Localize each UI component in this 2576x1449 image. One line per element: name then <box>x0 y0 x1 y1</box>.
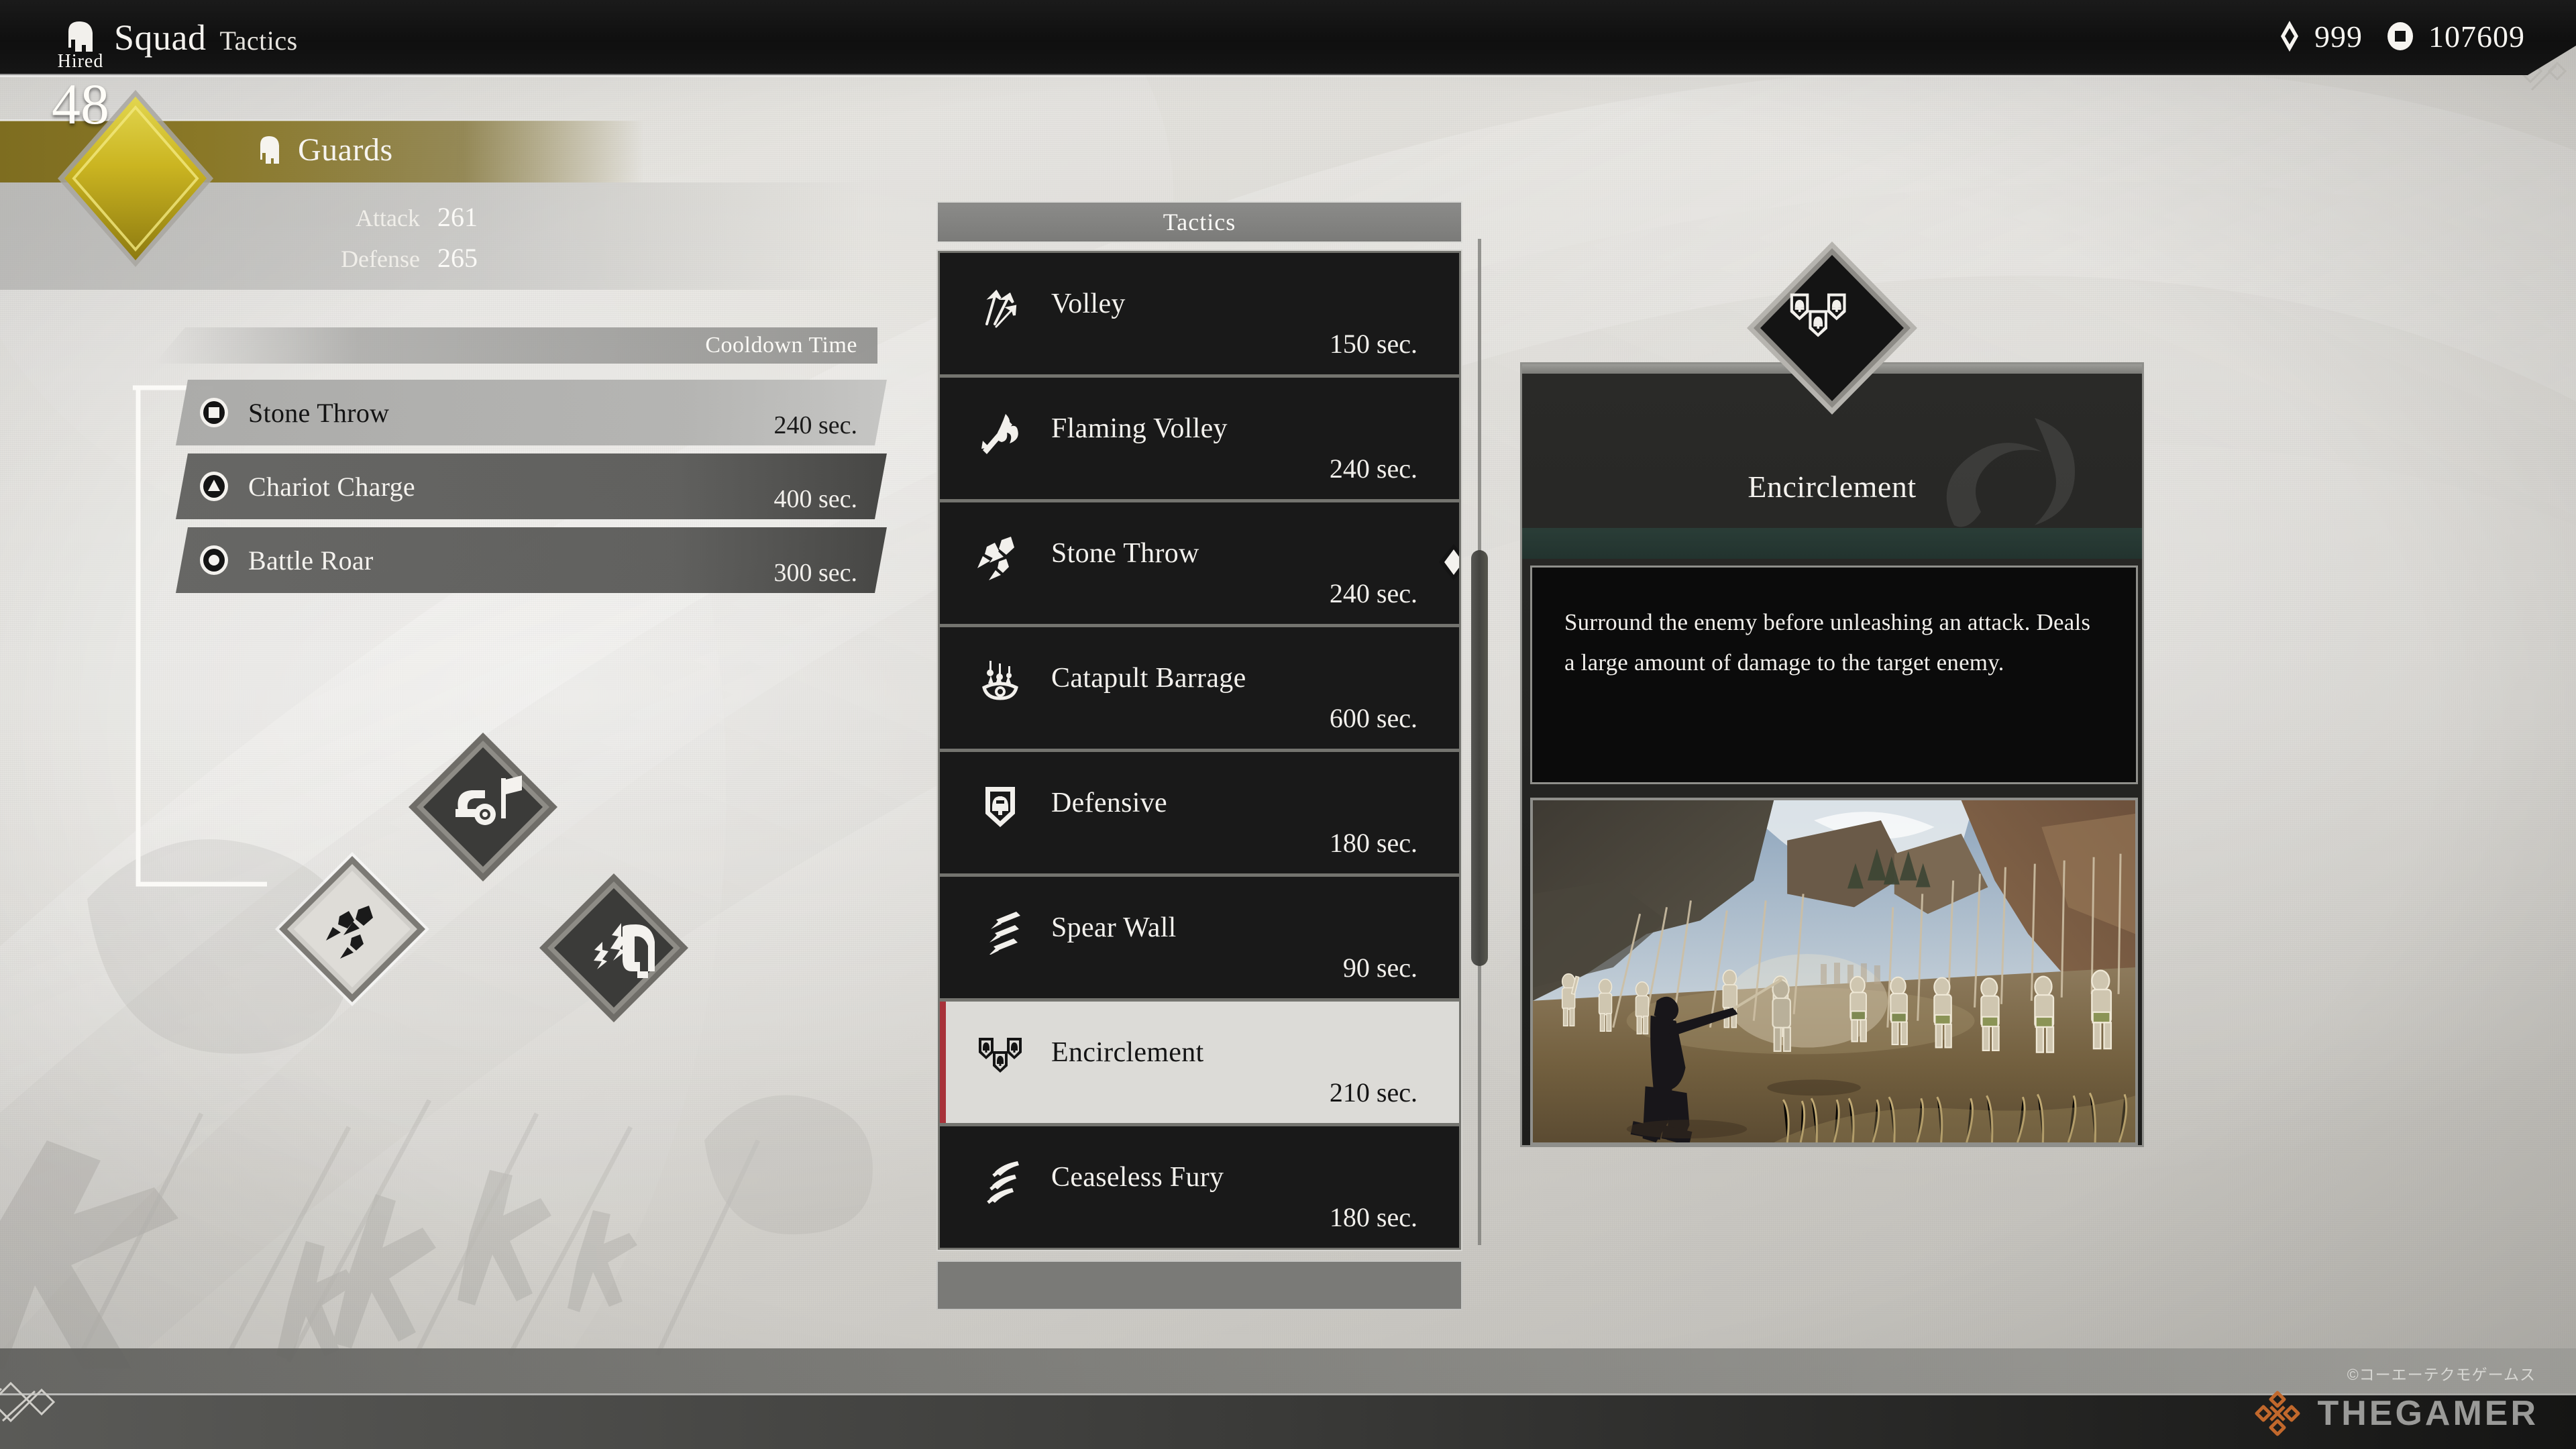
page-title-sub: Tactics <box>219 25 298 56</box>
equipped-slot-chariot-charge[interactable]: Chariot Charge 400 sec. <box>176 453 887 519</box>
tactic-row-flaming-volley[interactable]: Flaming Volley 240 sec. <box>940 378 1459 499</box>
top-bar-underline <box>0 74 2496 77</box>
tactic-preview-image <box>1530 798 2138 1145</box>
stone-throw-icon <box>976 532 1024 580</box>
triangle-button-icon <box>199 471 229 502</box>
catapult-icon <box>976 657 1024 705</box>
tactic-row-volley[interactable]: Volley 150 sec. <box>940 253 1459 374</box>
tactic-cooldown: 600 sec. <box>1329 703 1417 733</box>
equipped-slot-name: Stone Throw <box>248 397 390 428</box>
gem-count: 999 <box>2314 19 2363 54</box>
formation-slot-battle-roar[interactable] <box>537 871 691 1025</box>
thegamer-wordmark: THEGAMER <box>2317 1394 2538 1433</box>
page-title: Squad Tactics <box>62 9 298 66</box>
squad-name-group: Guards <box>255 131 393 168</box>
stat-row: Defense 265 <box>288 242 478 274</box>
tactic-cooldown: 180 sec. <box>1329 828 1417 858</box>
bottom-band-lower <box>0 1395 2576 1449</box>
stat-value-defense: 265 <box>437 243 478 273</box>
tactic-row-defensive[interactable]: Defensive 180 sec. <box>940 752 1459 873</box>
detail-crest-diamond <box>1744 240 1920 416</box>
tactics-footer-bar <box>936 1260 1462 1310</box>
thegamer-watermark: THEGAMER <box>2253 1389 2538 1438</box>
tactic-name: Defensive <box>1051 788 1167 818</box>
stat-label-attack: Attack <box>356 205 420 231</box>
tactic-name: Volley <box>1051 288 1126 319</box>
tactics-scrollbar-thumb[interactable] <box>1471 550 1488 966</box>
tactics-header-label: Tactics <box>1163 209 1236 235</box>
equipped-slot-stone-throw[interactable]: Stone Throw 240 sec. <box>176 380 887 445</box>
spear-wall-icon <box>976 906 1024 955</box>
page-title-main: Squad <box>114 17 207 58</box>
volley-arrows-icon <box>976 282 1024 331</box>
tactic-name: Flaming Volley <box>1051 413 1228 444</box>
helmet-icon <box>255 134 284 166</box>
tactic-cooldown: 150 sec. <box>1329 329 1417 359</box>
detail-description-box: Surround the enemy before unleashing an … <box>1530 566 2138 784</box>
coin-icon <box>2385 21 2415 51</box>
tactic-cooldown: 210 sec. <box>1329 1077 1417 1108</box>
stat-value-attack: 261 <box>437 202 478 232</box>
tactic-row-catapult-barrage[interactable]: Catapult Barrage 600 sec. <box>940 627 1459 749</box>
currency-bar: 999 107609 <box>2278 11 2525 62</box>
formation-slot-trio <box>241 724 711 1073</box>
currency-gems: 999 <box>2278 19 2363 54</box>
tactic-row-ceaseless-fury[interactable]: Ceaseless Fury 180 sec. <box>940 1126 1459 1248</box>
detail-accent-band <box>1522 528 2142 559</box>
equipped-slot-name: Chariot Charge <box>248 471 415 502</box>
tactic-row-spear-wall[interactable]: Spear Wall 90 sec. <box>940 877 1459 998</box>
three-shields-icon <box>976 1031 1024 1079</box>
hired-value: 48 <box>52 72 109 136</box>
equipped-slot-cooldown: 400 sec. <box>773 485 857 513</box>
crossed-swords-icon <box>976 1156 1024 1204</box>
coin-count: 107609 <box>2428 19 2525 54</box>
helmet-icon <box>62 18 101 57</box>
tactic-cooldown: 240 sec. <box>1329 453 1417 484</box>
bottom-band-upper <box>0 1348 2576 1395</box>
equipped-slots-list: Stone Throw 240 sec. Chariot Charge 400 … <box>176 380 887 601</box>
tactic-detail-panel: Encirclement Surround the enemy before u… <box>1520 362 2144 1147</box>
cooldown-header-label: Cooldown Time <box>705 333 857 358</box>
tactic-name: Encirclement <box>1051 1037 1204 1068</box>
formation-slot-stone-throw[interactable] <box>275 852 429 1006</box>
equipped-slot-name: Battle Roar <box>248 545 374 576</box>
tactic-name: Ceaseless Fury <box>1051 1162 1224 1193</box>
squad-stats: Attack 261 Defense 265 <box>288 201 478 274</box>
equipped-slot-cooldown: 240 sec. <box>773 411 857 439</box>
equipped-slot-battle-roar[interactable]: Battle Roar 300 sec. <box>176 527 887 593</box>
tactic-name: Spear Wall <box>1051 912 1177 943</box>
shield-icon <box>976 782 1024 830</box>
detail-description: Surround the enemy before unleashing an … <box>1564 609 2091 676</box>
stat-row: Attack 261 <box>288 201 478 233</box>
equipped-slot-cooldown: 300 sec. <box>773 559 857 587</box>
tactic-name: Catapult Barrage <box>1051 663 1246 694</box>
copyright-text: ©コーエーテクモゲームス <box>2347 1366 2536 1383</box>
thegamer-logo-icon <box>2253 1389 2302 1438</box>
tactic-cooldown: 90 sec. <box>1342 953 1417 983</box>
currency-coins: 107609 <box>2385 19 2525 54</box>
tactic-row-stone-throw[interactable]: Stone Throw 240 sec. <box>940 502 1459 624</box>
tactic-row-encirclement[interactable]: Encirclement 210 sec. <box>940 1002 1459 1123</box>
detail-title: Encirclement <box>1748 470 1917 504</box>
flaming-arrow-icon <box>976 407 1024 455</box>
tactic-cooldown: 240 sec. <box>1329 578 1417 608</box>
circle-button-icon <box>199 545 229 576</box>
gem-icon <box>2278 21 2301 52</box>
equipped-diamond-marker <box>1438 543 1459 582</box>
stat-label-defense: Defense <box>341 246 420 272</box>
tactic-name: Stone Throw <box>1051 538 1199 569</box>
square-button-icon <box>199 397 229 428</box>
tactics-list[interactable]: Volley 150 sec. Flaming Volley 240 sec. <box>936 250 1462 1251</box>
top-bar <box>0 0 2576 75</box>
tactic-cooldown: 180 sec. <box>1329 1202 1417 1232</box>
squad-name: Guards <box>298 132 393 168</box>
tactics-header: Tactics <box>936 201 1462 243</box>
bottom-diamond-ornament <box>0 1355 95 1449</box>
tactics-panel: Tactics Volley 150 sec. Flaming Volley 2… <box>936 201 1462 1310</box>
